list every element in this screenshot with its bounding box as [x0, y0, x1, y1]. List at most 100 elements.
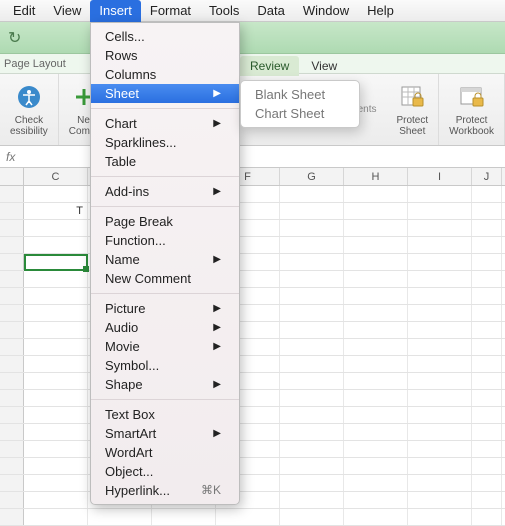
cell[interactable]	[344, 441, 408, 457]
mi-addins[interactable]: Add-ins▶	[91, 182, 239, 201]
cell[interactable]	[24, 339, 88, 355]
cell[interactable]	[408, 203, 472, 219]
cell[interactable]	[408, 424, 472, 440]
cell[interactable]	[408, 254, 472, 270]
mi-smartart[interactable]: SmartArt▶	[91, 424, 239, 443]
mi-function[interactable]: Function...	[91, 231, 239, 250]
menu-view[interactable]: View	[44, 0, 90, 22]
cell[interactable]	[408, 475, 472, 491]
mi-chart-sheet[interactable]: Chart Sheet	[241, 104, 359, 123]
cell[interactable]	[280, 254, 344, 270]
cell[interactable]	[280, 407, 344, 423]
cell[interactable]	[24, 509, 88, 525]
cell[interactable]	[344, 373, 408, 389]
menu-data[interactable]: Data	[248, 0, 293, 22]
cell[interactable]	[408, 339, 472, 355]
cell[interactable]	[472, 237, 502, 253]
cell[interactable]	[216, 509, 280, 525]
cell[interactable]	[344, 305, 408, 321]
cell[interactable]	[280, 271, 344, 287]
cell[interactable]	[408, 356, 472, 372]
check-accessibility-button[interactable]: Check essibility	[0, 74, 59, 145]
cell[interactable]	[408, 509, 472, 525]
mi-audio[interactable]: Audio▶	[91, 318, 239, 337]
menu-help[interactable]: Help	[358, 0, 403, 22]
mi-wordart[interactable]: WordArt	[91, 443, 239, 462]
cell[interactable]	[24, 237, 88, 253]
cell[interactable]	[280, 339, 344, 355]
cell[interactable]	[280, 203, 344, 219]
cell[interactable]	[24, 322, 88, 338]
cell[interactable]	[344, 475, 408, 491]
cell[interactable]	[344, 339, 408, 355]
cell[interactable]	[408, 441, 472, 457]
mi-object[interactable]: Object...	[91, 462, 239, 481]
cell[interactable]	[152, 509, 216, 525]
cell[interactable]	[344, 322, 408, 338]
cell[interactable]	[344, 492, 408, 508]
cell[interactable]	[280, 186, 344, 202]
cell[interactable]	[472, 305, 502, 321]
col-G[interactable]: G	[280, 168, 344, 185]
redo-icon[interactable]: ↻	[8, 28, 21, 48]
cell[interactable]	[280, 458, 344, 474]
cell[interactable]	[280, 305, 344, 321]
cell[interactable]	[344, 407, 408, 423]
cell[interactable]	[344, 356, 408, 372]
cell[interactable]	[472, 271, 502, 287]
cell[interactable]	[472, 254, 502, 270]
mi-sheet[interactable]: Sheet▶	[91, 84, 239, 103]
cell[interactable]	[344, 458, 408, 474]
cell[interactable]	[408, 288, 472, 304]
cell[interactable]	[408, 458, 472, 474]
cell[interactable]	[280, 356, 344, 372]
cell[interactable]	[24, 271, 88, 287]
mi-symbol[interactable]: Symbol...	[91, 356, 239, 375]
cell[interactable]	[24, 424, 88, 440]
menu-edit[interactable]: Edit	[4, 0, 44, 22]
cell[interactable]	[408, 271, 472, 287]
cell[interactable]	[472, 288, 502, 304]
cell[interactable]	[408, 407, 472, 423]
mi-textbox[interactable]: Text Box	[91, 405, 239, 424]
tab-view[interactable]: View	[301, 56, 347, 76]
cell[interactable]	[472, 203, 502, 219]
mi-pagebreak[interactable]: Page Break	[91, 212, 239, 231]
cell[interactable]	[344, 288, 408, 304]
cell[interactable]	[24, 356, 88, 372]
cell[interactable]	[24, 475, 88, 491]
cell[interactable]	[280, 492, 344, 508]
cell[interactable]	[408, 305, 472, 321]
cell[interactable]	[24, 373, 88, 389]
cell[interactable]	[472, 509, 502, 525]
cell[interactable]	[408, 492, 472, 508]
col-I[interactable]: I	[408, 168, 472, 185]
cell[interactable]	[24, 390, 88, 406]
cell[interactable]	[472, 339, 502, 355]
col-J[interactable]: J	[472, 168, 502, 185]
cell[interactable]	[472, 220, 502, 236]
mi-movie[interactable]: Movie▶	[91, 337, 239, 356]
cell[interactable]	[472, 424, 502, 440]
tab-review[interactable]: Review	[240, 56, 299, 76]
cell[interactable]	[280, 220, 344, 236]
cell[interactable]	[472, 373, 502, 389]
cell[interactable]	[280, 390, 344, 406]
cell[interactable]	[24, 458, 88, 474]
cell[interactable]	[408, 373, 472, 389]
col-C[interactable]: C	[24, 168, 88, 185]
formula-bar[interactable]: fx	[0, 146, 505, 168]
cell[interactable]	[472, 407, 502, 423]
mi-newcomment[interactable]: New Comment	[91, 269, 239, 288]
mi-sparklines[interactable]: Sparklines...	[91, 133, 239, 152]
mi-shape[interactable]: Shape▶	[91, 375, 239, 394]
cell[interactable]	[408, 322, 472, 338]
col-H[interactable]: H	[344, 168, 408, 185]
cell[interactable]	[472, 356, 502, 372]
protect-workbook-button[interactable]: Protect Workbook	[439, 74, 505, 145]
cell[interactable]	[24, 441, 88, 457]
cell[interactable]	[344, 509, 408, 525]
cell[interactable]	[280, 322, 344, 338]
active-cell[interactable]	[24, 254, 88, 271]
cell[interactable]	[88, 509, 152, 525]
